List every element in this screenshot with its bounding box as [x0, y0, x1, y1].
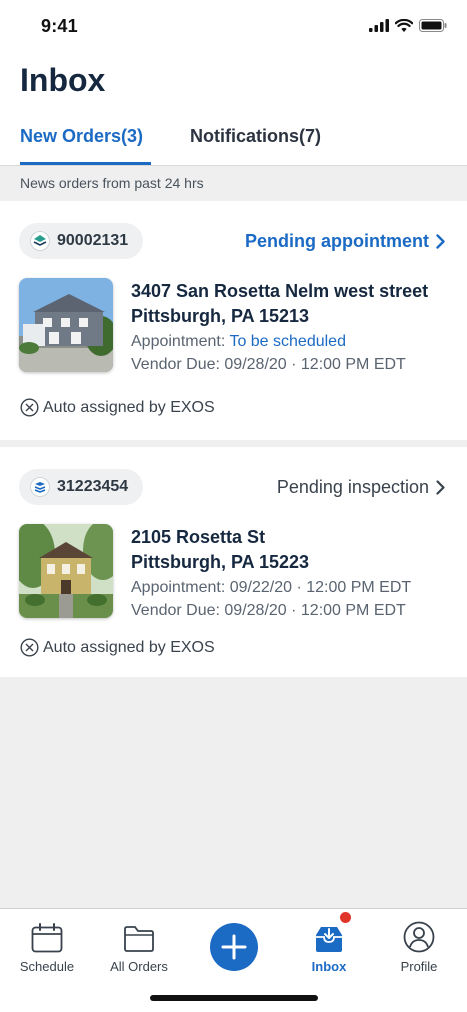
bottom-tab-bar: Schedule All Orders Inbox Profile	[0, 908, 467, 1012]
status-time: 9:41	[41, 16, 78, 36]
plus-icon	[221, 934, 247, 960]
order-card[interactable]: 90002131 Pending appointment 3407 San Ro…	[0, 201, 467, 440]
order-id-chip: 90002131	[19, 223, 144, 259]
add-order-button[interactable]	[210, 923, 258, 971]
order-status: Pending inspection	[276, 477, 429, 497]
auto-assigned-row: Auto assigned by EXOS	[20, 638, 215, 657]
address-line-2: Pittsburgh, PA 15223	[131, 552, 310, 572]
tab-new-orders[interactable]: New Orders(3)	[20, 126, 143, 147]
tab-bar-label: Inbox	[311, 959, 347, 974]
appointment-label: Appointment:	[131, 579, 226, 596]
subheader-text: News orders from past 24 hrs	[20, 175, 204, 191]
calendar-icon	[31, 917, 63, 953]
tab-bar-item-inbox[interactable]: Inbox	[284, 911, 374, 974]
inbox-icon	[313, 911, 352, 953]
chevron-right-icon	[436, 480, 445, 495]
order-status: Pending appointment	[245, 231, 429, 251]
tab-bar-item-all-orders[interactable]: All Orders	[94, 917, 184, 974]
appointment-value: 09/22/20 · 12:00 PM EDT	[229, 579, 412, 596]
close-circle-icon	[20, 398, 39, 417]
auto-assigned-row: Auto assigned by EXOS	[20, 398, 215, 417]
vendor-due: Vendor Due: 09/28/20 · 12:00 PM EDT	[131, 602, 406, 619]
header: Inbox New Orders(3) Notifications(7)	[0, 52, 467, 166]
appointment-line: Appointment: 09/22/20 · 12:00 PM EDT	[131, 579, 411, 597]
folder-icon	[123, 917, 155, 953]
home-indicator	[150, 995, 318, 1001]
address-line-2: Pittsburgh, PA 15213	[131, 306, 310, 326]
active-tab-indicator	[20, 162, 151, 165]
property-photo	[19, 524, 113, 618]
auto-assigned-text: Auto assigned by EXOS	[43, 638, 215, 656]
status-bar: 9:41	[0, 0, 467, 52]
tab-bar-item-schedule[interactable]: Schedule	[2, 917, 92, 974]
appointment-label: Appointment:	[131, 333, 226, 350]
tab-bar-label: Schedule	[19, 959, 75, 974]
tab-bar-item-profile[interactable]: Profile	[374, 917, 464, 974]
company-logo-icon	[30, 231, 50, 251]
battery-icon	[419, 19, 447, 32]
appointment-value[interactable]: To be scheduled	[229, 333, 346, 350]
chevron-right-icon	[436, 234, 445, 249]
tab-bar-label: Profile	[400, 959, 438, 974]
page-title: Inbox	[20, 62, 106, 98]
wifi-icon	[395, 19, 413, 32]
appointment-line: Appointment: To be scheduled	[131, 333, 346, 351]
address-line-1: 2105 Rosetta St	[131, 527, 266, 547]
order-status-link[interactable]: Pending appointment	[245, 231, 445, 252]
property-address: 2105 Rosetta St Pittsburgh, PA 15223	[131, 525, 309, 575]
property-photo	[19, 278, 113, 372]
close-circle-icon	[20, 638, 39, 657]
notification-badge	[339, 911, 352, 924]
address-line-1: 3407 San Rosetta Nelm west street	[131, 281, 429, 301]
order-id-chip: 31223454	[19, 469, 144, 505]
status-icons	[369, 19, 447, 32]
section-subheader: News orders from past 24 hrs	[0, 167, 467, 201]
signal-icon	[369, 19, 389, 32]
order-id: 31223454	[57, 478, 129, 495]
vendor-due: Vendor Due: 09/28/20 · 12:00 PM EDT	[131, 356, 406, 373]
tab-bar-label: All Orders	[110, 959, 168, 974]
order-status-link[interactable]: Pending inspection	[277, 477, 445, 498]
tab-notifications[interactable]: Notifications(7)	[190, 126, 321, 147]
company-logo-icon	[30, 477, 50, 497]
order-id: 90002131	[57, 232, 129, 249]
profile-icon	[403, 917, 435, 953]
auto-assigned-text: Auto assigned by EXOS	[43, 398, 215, 416]
property-address: 3407 San Rosetta Nelm west street Pittsb…	[131, 279, 428, 329]
order-card[interactable]: 31223454 Pending inspection 2105 Rosetta…	[0, 447, 467, 677]
